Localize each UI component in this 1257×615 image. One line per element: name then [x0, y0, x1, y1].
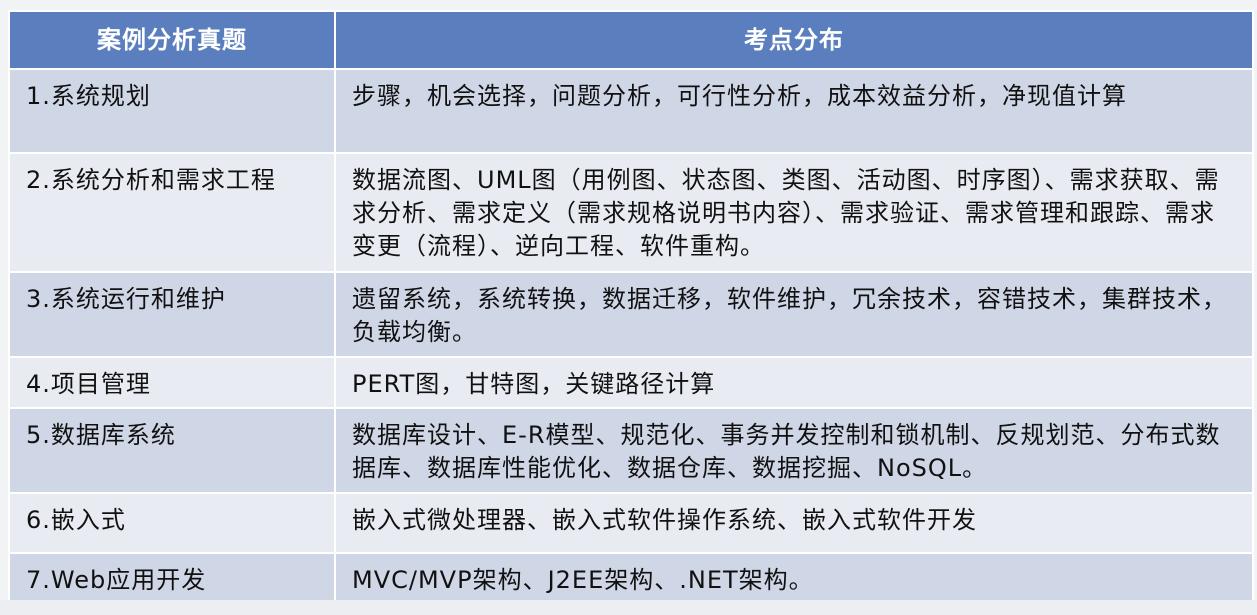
row-topic: 5.数据库系统 [8, 407, 336, 494]
table-row: 4.项目管理 PERT图，甘特图，关键路径计算 [8, 356, 1254, 409]
row-points: 嵌入式微处理器、嵌入式软件操作系统、嵌入式软件开发 [334, 492, 1254, 554]
table-row: 5.数据库系统 数据库设计、E-R模型、规范化、事务并发控制和锁机制、反规划范、… [8, 407, 1254, 494]
header-topic-distribution: 考点分布 [334, 10, 1254, 70]
bottom-edge [0, 600, 1257, 615]
row-topic: 4.项目管理 [8, 356, 336, 409]
table-row: 2.系统分析和需求工程 数据流图、UML图（用例图、状态图、类图、活动图、时序图… [8, 152, 1254, 273]
table-row: 1.系统规划 步骤，机会选择，问题分析，可行性分析，成本效益分析，净现值计算 [8, 68, 1254, 154]
row-points: 遗留系统，系统转换，数据迁移，软件维护，冗余技术，容错技术，集群技术，负载均衡。 [334, 271, 1254, 358]
row-topic: 6.嵌入式 [8, 492, 336, 554]
row-topic: 2.系统分析和需求工程 [8, 152, 336, 273]
header-case-analysis: 案例分析真题 [8, 10, 336, 70]
row-points: PERT图，甘特图，关键路径计算 [334, 356, 1254, 409]
exam-topics-table: 案例分析真题 考点分布 1.系统规划 步骤，机会选择，问题分析，可行性分析，成本… [8, 10, 1254, 610]
table-row: 3.系统运行和维护 遗留系统，系统转换，数据迁移，软件维护，冗余技术，容错技术，… [8, 271, 1254, 358]
slide-page: 案例分析真题 考点分布 1.系统规划 步骤，机会选择，问题分析，可行性分析，成本… [0, 0, 1257, 615]
table-row: 6.嵌入式 嵌入式微处理器、嵌入式软件操作系统、嵌入式软件开发 [8, 492, 1254, 554]
row-points: 数据流图、UML图（用例图、状态图、类图、活动图、时序图）、需求获取、需求分析、… [334, 152, 1254, 273]
row-topic: 3.系统运行和维护 [8, 271, 336, 358]
row-topic: 1.系统规划 [8, 68, 336, 154]
row-points: 步骤，机会选择，问题分析，可行性分析，成本效益分析，净现值计算 [334, 68, 1254, 154]
table-header-row: 案例分析真题 考点分布 [8, 10, 1254, 70]
row-points: 数据库设计、E-R模型、规范化、事务并发控制和锁机制、反规划范、分布式数据库、数… [334, 407, 1254, 494]
